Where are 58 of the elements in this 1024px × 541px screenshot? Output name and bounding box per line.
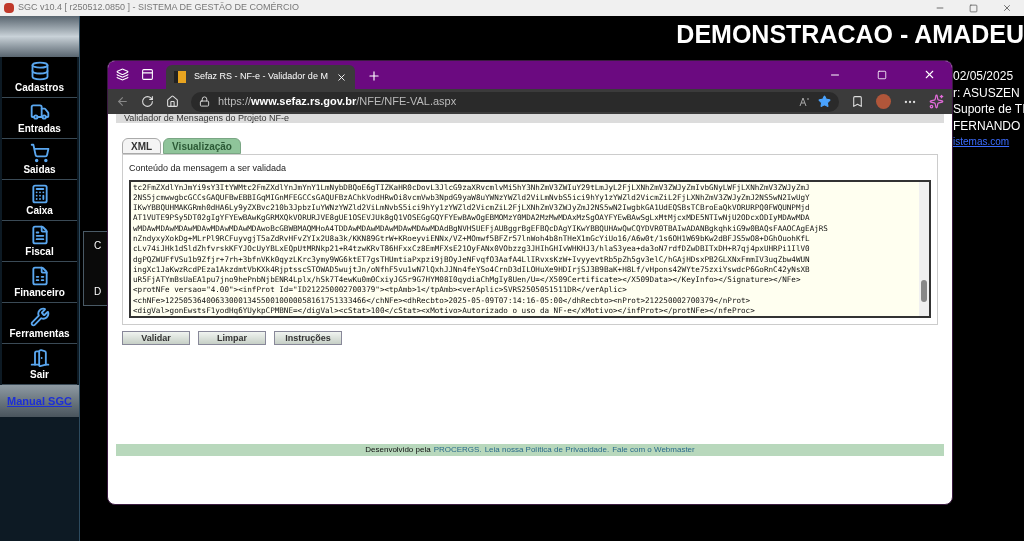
form-button[interactable]: Validar <box>122 330 190 345</box>
spreadsheet-icon <box>29 266 50 286</box>
cart-icon <box>29 143 50 163</box>
maximize-icon[interactable] <box>969 3 978 13</box>
sidebar-item[interactable]: Entradas <box>2 98 77 139</box>
page-tab[interactable]: Visualização <box>163 138 241 154</box>
sidebar-item[interactable]: Caixa <box>2 180 77 221</box>
close-icon[interactable] <box>1002 3 1012 13</box>
website-link[interactable]: istemas.com <box>953 134 1024 151</box>
form-button[interactable]: Limpar <box>198 330 266 345</box>
lock-icon <box>199 96 210 107</box>
tab-actions-icon[interactable] <box>141 68 154 81</box>
footer-link[interactable]: Leia nossa Política de Privacidade. <box>484 444 610 456</box>
database-icon <box>29 61 50 81</box>
site-favicon <box>174 71 186 83</box>
window-title: SGC v10.4 [ r250512.0850 ] - SISTEMA DE GESTÃO DE COMÉRCIO <box>18 1 300 15</box>
form-button[interactable]: Instruções <box>274 330 342 345</box>
close-icon[interactable] <box>923 68 936 81</box>
read-aloud-icon[interactable] <box>799 96 810 107</box>
close-tab-icon[interactable] <box>335 71 347 83</box>
sidebar-item[interactable]: Cadastros <box>2 57 77 98</box>
sidebar-item[interactable]: Saidas <box>2 139 77 180</box>
info-text: Suporte de TI <box>953 101 1024 118</box>
info-text: r: ASUSZEN <box>953 84 1021 101</box>
app-logo-icon <box>4 3 14 13</box>
sidebar-item[interactable]: Ferramentas <box>2 303 77 344</box>
copilot-icon[interactable] <box>929 94 944 109</box>
url-text: https://www.sefaz.rs.gov.br/NFE/NFE-VAL.aspx <box>218 94 457 110</box>
footer-link[interactable]: PROCERGS. <box>433 444 482 456</box>
tools-icon <box>29 307 50 327</box>
page-tab[interactable]: XML <box>122 138 162 154</box>
sidebar-item[interactable]: Financeiro <box>2 262 77 303</box>
truck-icon <box>29 102 50 122</box>
back-icon[interactable] <box>116 95 129 108</box>
field-label: Conteúdo da mensagem a ser validada <box>129 162 288 175</box>
favorite-star-icon[interactable] <box>818 95 831 108</box>
workspaces-icon[interactable] <box>116 68 129 81</box>
browser-tab[interactable]: Sefaz RS - NF-e - Validador de M <box>166 65 355 89</box>
info-text: 02/05/2025 <box>953 68 1015 85</box>
company-title: DEMONSTRACAO - AMADEU <box>676 22 1024 47</box>
refresh-icon[interactable] <box>141 95 154 108</box>
home-icon[interactable] <box>166 95 179 108</box>
favorites-icon[interactable] <box>851 95 864 108</box>
scrollbar-thumb[interactable] <box>921 279 927 302</box>
door-icon <box>29 348 50 368</box>
panel-label: D <box>94 285 103 299</box>
info-text: FERNANDO <box>953 117 1022 134</box>
sidebar-item[interactable]: Sair <box>2 344 77 385</box>
new-tab-icon[interactable] <box>366 69 381 83</box>
panel-label: C <box>94 239 103 253</box>
page-heading: Validador de Mensagens do Projeto NF-e <box>124 113 289 123</box>
scrollbar[interactable] <box>919 181 929 316</box>
footer-link[interactable]: Fale com o Webmaster <box>612 444 695 456</box>
address-bar[interactable]: https://www.sefaz.rs.gov.br/NFE/NFE-VAL.aspx <box>191 91 839 112</box>
document-icon <box>29 225 50 245</box>
sidebar-item[interactable]: Fiscal <box>2 221 77 262</box>
footer-text: Desenvolvido pela <box>365 444 431 456</box>
cash-register-icon <box>29 184 50 204</box>
